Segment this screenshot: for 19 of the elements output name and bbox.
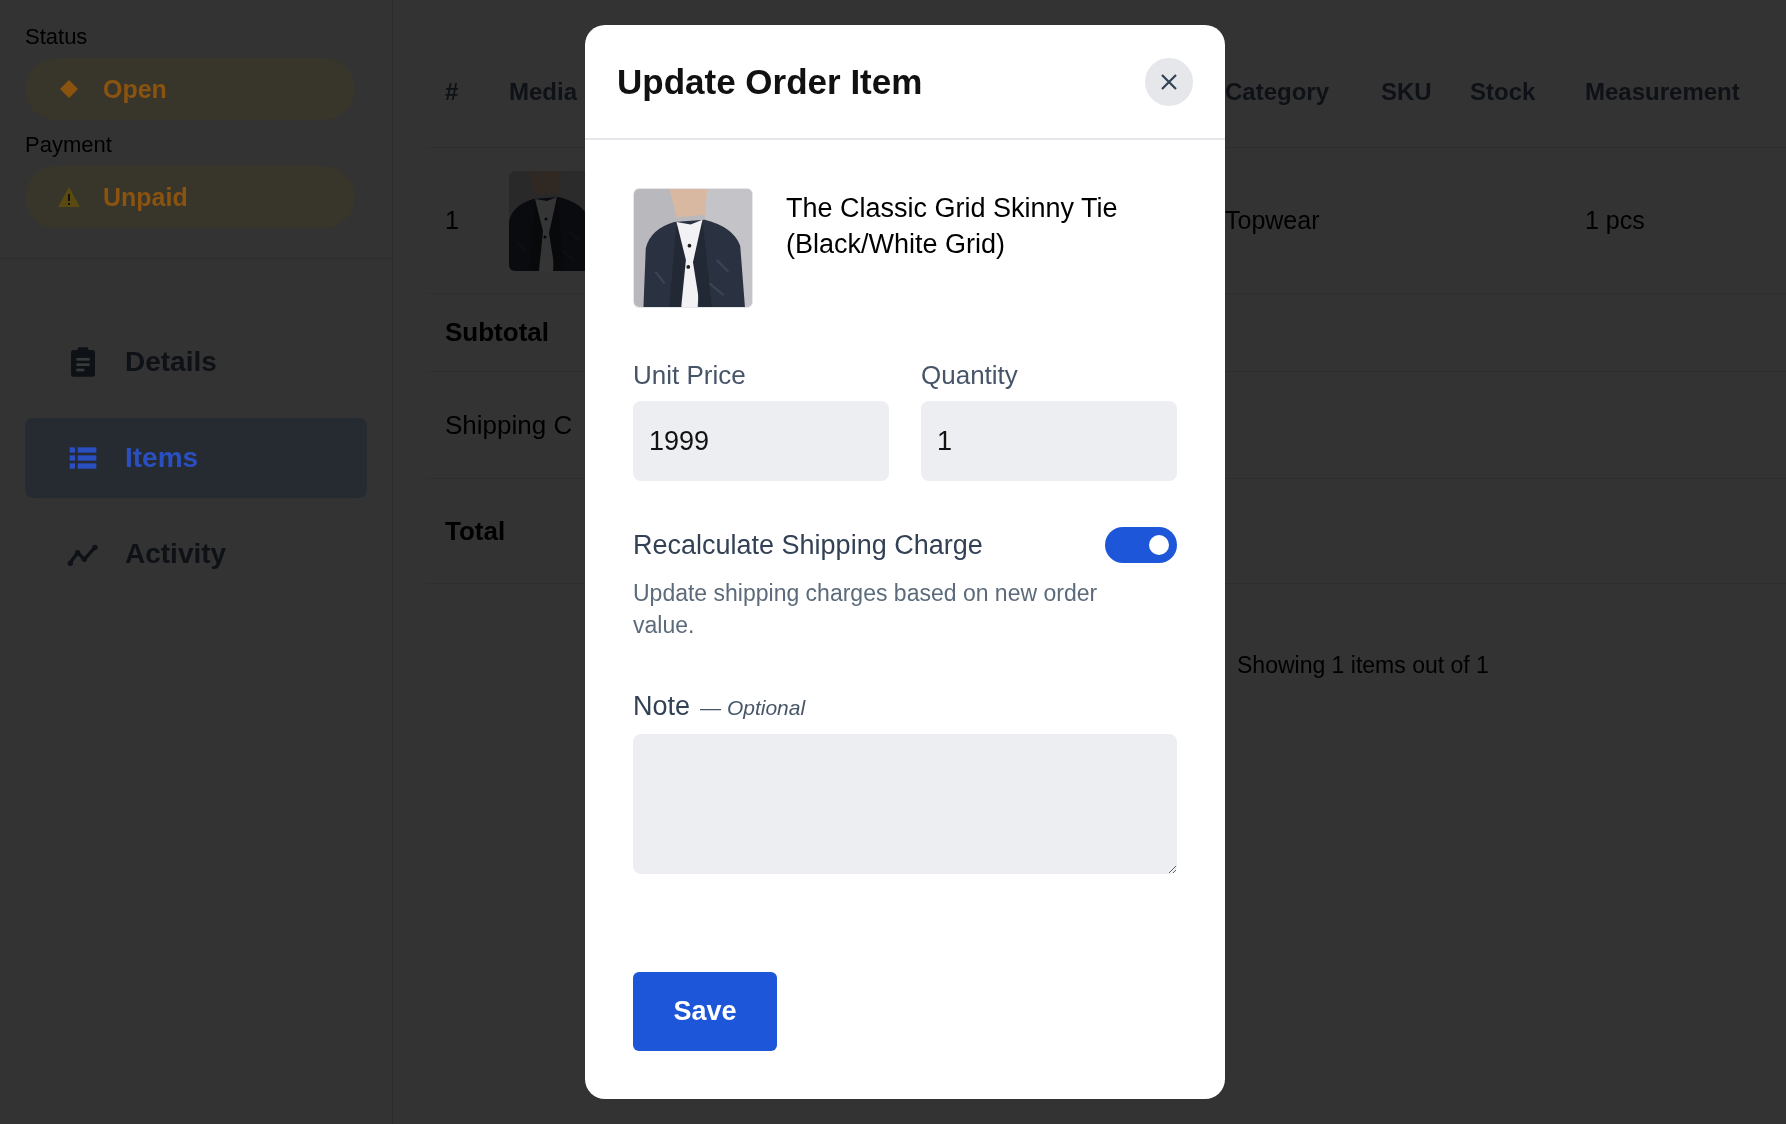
field-label: Quantity (921, 360, 1019, 391)
payment-badge: Unpaid (25, 166, 355, 228)
toggle-switch[interactable] (1105, 527, 1177, 563)
dialog-title: Update Order Item (617, 61, 923, 102)
note-field[interactable] (633, 734, 1177, 874)
optional-hint: — Optional (700, 696, 806, 720)
field-label: Note (633, 691, 691, 722)
field-label: Unit Price (633, 360, 747, 391)
input-field[interactable]: 1 (921, 401, 1177, 481)
toggle-label: Recalculate Shipping Charge (633, 529, 983, 561)
column-header: # (445, 77, 459, 105)
status-badge: Open (25, 58, 355, 120)
help-text: Update shipping charges based on new order value. (633, 579, 1099, 640)
close-button[interactable] (1145, 57, 1193, 106)
warning-icon (57, 185, 81, 209)
input-field[interactable]: 1999 (633, 401, 889, 481)
save-button[interactable]: Save (633, 972, 777, 1051)
close-icon (1159, 71, 1179, 92)
product-name: The Classic Grid Skinny Tie (Black/White Grid) (786, 192, 1119, 261)
